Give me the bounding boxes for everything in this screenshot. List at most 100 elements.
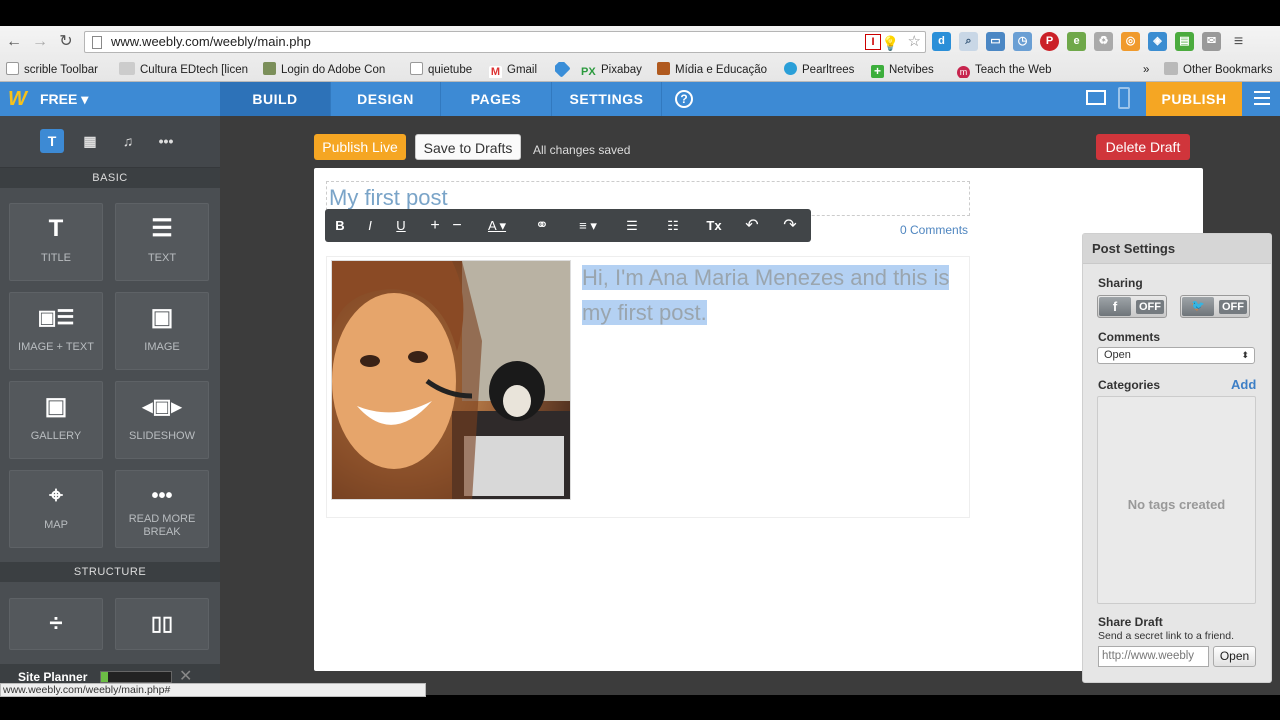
align-dropdown-icon[interactable]: ≡ ▾ <box>571 209 605 242</box>
link-icon[interactable]: ⚭ <box>529 209 555 242</box>
reload-icon[interactable]: ↻ <box>56 32 76 52</box>
columns-icon: ▯▯ <box>150 613 173 635</box>
text-format-toolbar: B I U + − A ▾ ⚭ ≡ ▾ ☰ ☷ Tx ↶ ↷ <box>325 209 811 242</box>
bookmark-item[interactable]: Pearltrees <box>784 62 854 78</box>
categories-box[interactable]: No tags created <box>1097 396 1256 604</box>
numbered-list-icon[interactable]: ☷ <box>660 209 686 242</box>
undo-icon[interactable]: ↶ <box>739 209 765 242</box>
search-extension-icon[interactable]: ⌕ <box>959 32 978 51</box>
delete-draft-button[interactable]: Delete Draft <box>1096 134 1190 160</box>
mail-extension-icon[interactable]: ✉ <box>1202 32 1221 51</box>
image-text-element[interactable]: ▣☰ IMAGE + TEXT <box>9 292 103 370</box>
sharing-label: Sharing <box>1098 276 1143 290</box>
address-bar[interactable]: www.weebly.com/weebly/main.php I 💡 ☆ <box>84 31 926 53</box>
evernote-icon[interactable]: e <box>1067 32 1086 51</box>
extension-i-icon[interactable]: I <box>865 34 881 50</box>
chrome-menu-icon[interactable]: ≡ <box>1229 32 1248 51</box>
bookmark-item[interactable]: m Teach the Web <box>957 62 1052 78</box>
page-icon <box>92 36 102 49</box>
bookmarks-overflow[interactable]: » <box>1143 62 1149 78</box>
bookmark-item[interactable]: Cultura EDtech [licen <box>119 62 251 78</box>
underline-button[interactable]: U <box>388 209 414 242</box>
extension-icons: d ⌕ ▭ ◷ P e ♻ ◎ ◈ ▤ ✉ ≡ <box>932 32 1248 52</box>
save-to-drafts-button[interactable]: Save to Drafts <box>415 134 521 160</box>
clock-extension-icon[interactable]: ◷ <box>1013 32 1032 51</box>
bookmark-item[interactable]: + Netvibes <box>871 62 934 78</box>
add-category-link[interactable]: Add <box>1231 377 1256 392</box>
pinterest-icon[interactable]: P <box>1040 32 1059 51</box>
other-bookmarks[interactable]: Other Bookmarks <box>1164 62 1272 78</box>
slideshow-element[interactable]: ◂▣▸ SLIDESHOW <box>115 381 209 459</box>
italic-button[interactable]: I <box>357 209 383 242</box>
publish-live-button[interactable]: Publish Live <box>314 134 406 160</box>
bookmark-star-icon[interactable]: ☆ <box>908 32 921 52</box>
bookmark-item[interactable]: M Gmail <box>489 62 537 78</box>
lightbulb-icon[interactable]: 💡 <box>882 33 899 53</box>
open-share-link-button[interactable]: Open <box>1213 646 1256 667</box>
screen-extension-icon[interactable]: ▭ <box>986 32 1005 51</box>
share-draft-link-field[interactable]: http://www.weebly <box>1098 646 1209 667</box>
columns-element[interactable]: ▯▯ <box>115 598 209 650</box>
layout-elements-tool-icon[interactable]: ▦ <box>78 129 102 153</box>
redo-icon[interactable]: ↷ <box>777 209 803 242</box>
title-icon: T <box>48 215 64 242</box>
hamburger-menu-icon[interactable] <box>1254 91 1270 109</box>
browser-status-bar: www.weebly.com/weebly/main.php# <box>0 683 426 697</box>
media-elements-tool-icon[interactable]: ♫ <box>116 129 140 153</box>
bookmark-item[interactable]: PX Pixabay <box>581 62 642 78</box>
forward-icon[interactable]: → <box>30 32 50 52</box>
bulleted-list-icon[interactable]: ☰ <box>619 209 645 242</box>
more-elements-tool-icon[interactable]: ••• <box>154 129 178 153</box>
tab-design[interactable]: DESIGN <box>331 82 441 116</box>
read-more-icon: ••• <box>151 485 173 507</box>
elements-sidebar: T ▦ ♫ ••• BASIC T TITLE ☰ TEXT ▣☰ IMAGE + T… <box>0 116 220 695</box>
back-icon[interactable]: ← <box>4 32 24 52</box>
slideshow-icon: ◂▣▸ <box>142 396 182 418</box>
text-element[interactable]: ☰ TEXT <box>115 203 209 281</box>
bookmark-item[interactable]: Mídia e Educação <box>657 62 767 78</box>
comments-label: Comments <box>1098 330 1161 344</box>
mobile-view-icon[interactable] <box>1118 87 1130 109</box>
orange-extension-icon[interactable]: ◎ <box>1121 32 1140 51</box>
desktop-view-icon[interactable] <box>1086 90 1106 105</box>
gmail-icon: M <box>489 66 502 78</box>
gallery-element[interactable]: ▣ GALLERY <box>9 381 103 459</box>
tab-pages[interactable]: PAGES <box>441 82 552 116</box>
text-elements-tool-icon[interactable]: T <box>40 129 64 153</box>
map-element[interactable]: ⌖ MAP <box>9 470 103 548</box>
bookmark-item[interactable] <box>555 62 573 78</box>
green-extension-icon[interactable]: ▤ <box>1175 32 1194 51</box>
d-extension-icon[interactable]: d <box>932 32 951 51</box>
tab-settings[interactable]: SETTINGS <box>552 82 662 116</box>
read-more-break-element[interactable]: ••• READ MORE BREAK <box>115 470 209 548</box>
publish-button[interactable]: PUBLISH <box>1146 82 1242 116</box>
comments-link[interactable]: 0 Comments <box>900 223 968 237</box>
decrease-font-button[interactable]: − <box>444 209 470 242</box>
clear-format-icon[interactable]: Tx <box>701 209 727 242</box>
twitter-share-toggle[interactable]: 🐦 OFF <box>1180 295 1250 318</box>
plan-dropdown[interactable]: FREE ▾ <box>40 91 88 108</box>
post-body-text[interactable]: Hi, I'm Ana Maria Menezes and this is my… <box>582 260 970 330</box>
adobe-icon <box>263 62 276 75</box>
bold-button[interactable]: B <box>327 209 353 242</box>
recycle-icon[interactable]: ♻ <box>1094 32 1113 51</box>
help-icon[interactable]: ? <box>675 90 693 108</box>
title-element[interactable]: T TITLE <box>9 203 103 281</box>
blue-extension-icon[interactable]: ◈ <box>1148 32 1167 51</box>
browser-chrome: ← → ↻ www.weebly.com/weebly/main.php I 💡… <box>0 26 1280 82</box>
image-element[interactable]: ▣ IMAGE <box>115 292 209 370</box>
post-photo[interactable] <box>331 260 571 500</box>
font-color-dropdown[interactable]: A ▾ <box>480 209 514 242</box>
tab-build[interactable]: BUILD <box>220 82 331 116</box>
bookmark-item[interactable]: quietube <box>410 62 472 78</box>
bookmark-item[interactable]: scrible Toolbar <box>6 62 98 78</box>
weebly-logo[interactable]: W <box>8 88 27 111</box>
comments-select[interactable]: Open ⬍ <box>1097 347 1255 364</box>
bookmark-item[interactable]: Login do Adobe Con <box>263 62 393 78</box>
pb-icon <box>119 62 135 75</box>
pearltrees-icon <box>784 62 797 75</box>
pixabay-icon: PX <box>581 66 596 78</box>
post-settings-panel: Post Settings Sharing f OFF 🐦 OFF Commen… <box>1082 233 1272 683</box>
facebook-share-toggle[interactable]: f OFF <box>1097 295 1167 318</box>
divider-element[interactable]: ÷ <box>9 598 103 650</box>
